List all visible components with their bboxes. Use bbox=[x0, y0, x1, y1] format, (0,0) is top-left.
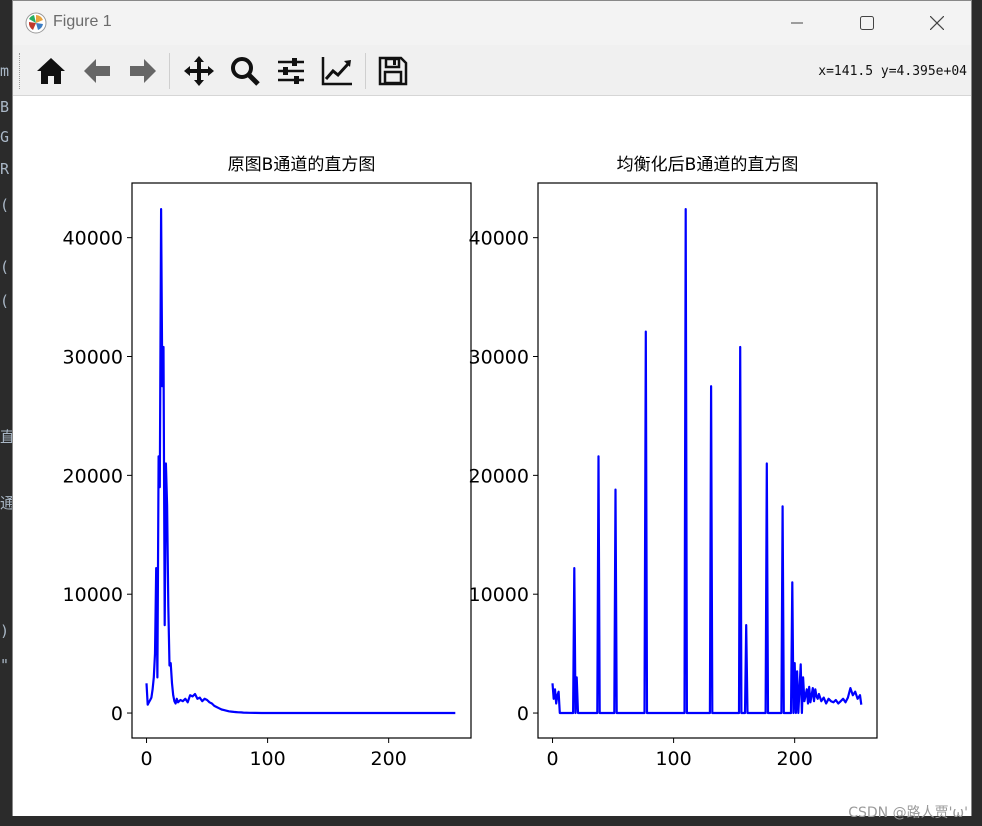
editor-fragment: ( bbox=[0, 196, 10, 214]
editor-fragment: R bbox=[0, 160, 10, 178]
editor-fragment: B bbox=[0, 98, 10, 116]
maximize-icon bbox=[860, 16, 874, 30]
title-bar: Figure 1 bbox=[13, 1, 971, 45]
editor-fragment: ) bbox=[0, 622, 10, 640]
y-tick-label: 10000 bbox=[469, 584, 529, 606]
histogram-line bbox=[551, 207, 863, 715]
histogram-line bbox=[145, 207, 456, 715]
editor-fragment: ( bbox=[0, 292, 10, 310]
zoom-icon[interactable] bbox=[229, 55, 261, 87]
y-tick-label: 30000 bbox=[63, 347, 123, 369]
figure-canvas[interactable]: 0 100 200 0 10000 20000 30000 40000 原图B通道的直方图 0 10… bbox=[13, 96, 971, 816]
y-tick-label: 40000 bbox=[469, 228, 529, 250]
editor-fragment: m bbox=[0, 62, 10, 80]
y-tick-label: 0 bbox=[517, 703, 529, 725]
pan-icon[interactable] bbox=[183, 55, 215, 87]
toolbar-separator bbox=[365, 53, 366, 89]
save-icon[interactable] bbox=[377, 55, 409, 87]
axes-frame bbox=[537, 182, 878, 739]
home-icon[interactable] bbox=[35, 55, 67, 87]
watermark-text: CSDN @路人贾'ω' bbox=[848, 805, 968, 821]
x-tick-label: 200 bbox=[371, 748, 407, 770]
maximize-button[interactable] bbox=[847, 9, 887, 37]
toolbar-grip bbox=[19, 53, 22, 89]
editor-fragment: G bbox=[0, 128, 10, 146]
figure-window: Figure 1 x=141.5 y=4.395e+04 0 100 200 0… bbox=[12, 0, 972, 816]
y-tick-label: 20000 bbox=[469, 465, 529, 487]
y-tick-label: 0 bbox=[111, 703, 123, 725]
x-tick-label: 0 bbox=[546, 748, 558, 770]
chart-title: 原图B通道的直方图 bbox=[228, 155, 376, 175]
x-tick-label: 100 bbox=[655, 748, 691, 770]
toolbar-separator bbox=[169, 53, 170, 89]
cursor-coordinates: x=141.5 y=4.395e+04 bbox=[818, 64, 967, 79]
close-icon bbox=[930, 16, 944, 30]
axes-frame bbox=[131, 182, 472, 739]
x-tick-label: 200 bbox=[777, 748, 813, 770]
y-tick-label: 10000 bbox=[63, 584, 123, 606]
forward-arrow-icon[interactable] bbox=[127, 55, 159, 87]
histogram-figure: 0 100 200 0 10000 20000 30000 40000 原图B通道的直方图 0 10… bbox=[63, 155, 878, 770]
close-button[interactable] bbox=[917, 9, 957, 37]
editor-fragment: " bbox=[0, 656, 10, 674]
back-arrow-icon[interactable] bbox=[81, 55, 113, 87]
x-tick-label: 100 bbox=[249, 748, 285, 770]
chart-title: 均衡化后B通道的直方图 bbox=[617, 155, 799, 175]
minimize-icon bbox=[791, 22, 803, 24]
window-title: Figure 1 bbox=[53, 13, 112, 30]
y-tick-label: 30000 bbox=[469, 347, 529, 369]
matplotlib-logo-icon bbox=[25, 12, 47, 34]
edit-axis-icon[interactable] bbox=[321, 55, 353, 87]
x-tick-label: 0 bbox=[140, 748, 152, 770]
y-tick-label: 20000 bbox=[63, 465, 123, 487]
minimize-button[interactable] bbox=[777, 9, 817, 37]
editor-fragment: ( bbox=[0, 258, 10, 276]
y-tick-label: 40000 bbox=[63, 228, 123, 250]
configure-subplots-icon[interactable] bbox=[275, 55, 307, 87]
